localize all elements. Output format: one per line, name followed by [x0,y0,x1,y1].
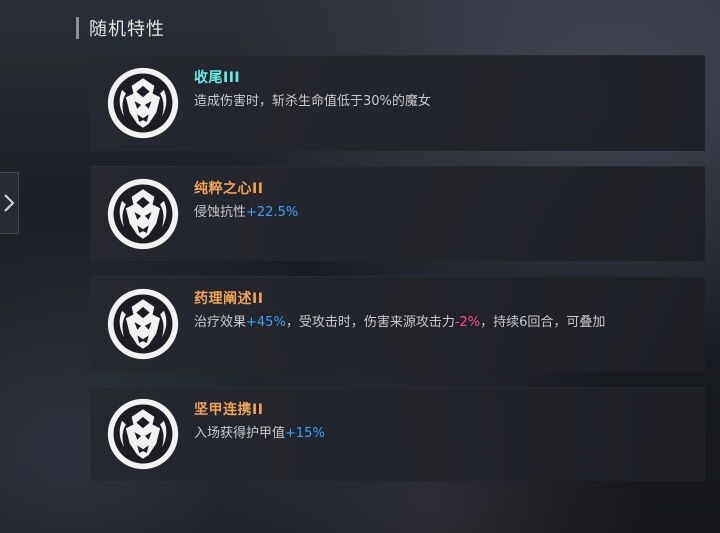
demon-mask-emblem-icon [107,178,179,250]
desc-text: 侵蚀抗性 [194,205,247,220]
desc-value: +45% [246,315,286,330]
desc-value: -2% [454,315,481,330]
desc-value: +22.5% [246,205,299,220]
desc-value: +15% [285,426,325,441]
trait-name: 坚甲连携II [194,402,264,418]
trait-description: 侵蚀抗性+22.5% [194,203,674,223]
trait-name: 药理阐述II [194,291,264,307]
section-title: 随机特性 [89,19,165,40]
demon-mask-emblem-icon [107,398,179,470]
desc-text: 入场获得护甲值 [194,426,286,441]
side-expand-button[interactable] [0,172,19,234]
trait-description: 治疗效果+45%，受攻击时，伤害来源攻击力-2%，持续6回合，可叠加 [194,313,624,333]
header-accent-bar [76,17,79,39]
trait-card-armor-link[interactable]: 坚甲连携II 入场获得护甲值+15% [90,387,705,481]
desc-text: ，受攻击时，伤害来源攻击力 [285,315,455,330]
trait-name: 纯粹之心II [194,181,264,197]
trait-description: 造成伤害时，斩杀生命值低于30%的魔女 [194,94,431,109]
chevron-right-icon [4,194,15,212]
desc-text: ，持续6回合，可叠加 [480,315,606,330]
trait-card-pharmacology[interactable]: 药理阐述II 治疗效果+45%，受攻击时，伤害来源攻击力-2%，持续6回合，可叠… [90,276,705,372]
trait-card-finisher[interactable]: 收尾III 造成伤害时，斩杀生命值低于30%的魔女 [90,55,705,151]
trait-card-pure-heart[interactable]: 纯粹之心II 侵蚀抗性+22.5% [90,166,705,261]
desc-text: 治疗效果 [194,315,247,330]
section-header: 随机特性 [76,15,165,41]
trait-name: 收尾III [194,70,241,86]
trait-description: 入场获得护甲值+15% [194,424,674,444]
demon-mask-emblem-icon [107,67,179,139]
demon-mask-emblem-icon [107,288,179,360]
